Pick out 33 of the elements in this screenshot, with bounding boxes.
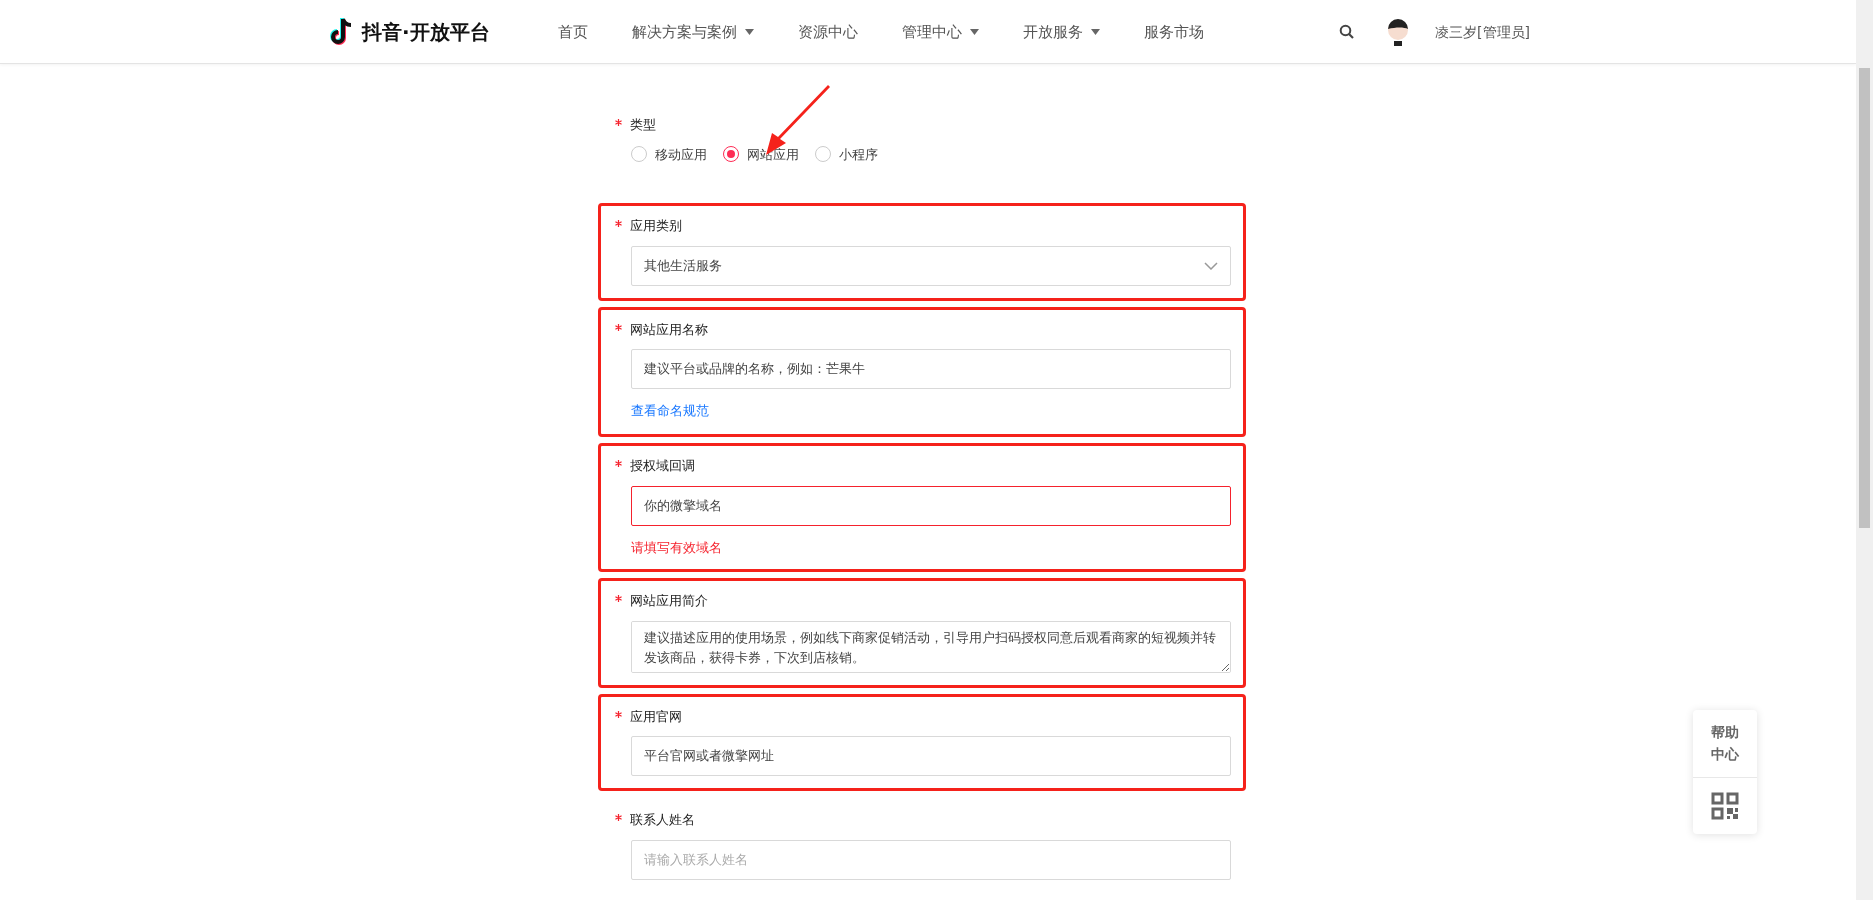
logo-text: 抖音·开放平台 <box>362 19 490 46</box>
field-label: 应用官网 <box>630 707 682 726</box>
scrollbar[interactable] <box>1856 0 1873 900</box>
field-label: 应用类别 <box>630 217 682 235</box>
caret-down-icon <box>744 29 754 35</box>
nav-item[interactable]: 解决方案与案例 <box>609 20 776 44</box>
radio-option[interactable]: 移动应用 <box>631 144 707 164</box>
nav-item[interactable]: 资源中心 <box>775 20 880 44</box>
select-field[interactable]: 其他生活服务 <box>631 245 1231 286</box>
field-label: 网站应用名称 <box>630 320 708 339</box>
radio-option[interactable]: 小程序 <box>815 144 878 164</box>
input-field[interactable]: 平台官网或者微擎网址 <box>631 736 1231 776</box>
qr-code-icon[interactable] <box>1711 792 1739 821</box>
chevron-down-icon <box>1204 261 1218 270</box>
input-field[interactable]: 建议平台或品牌的名称，例如：芒果牛 <box>631 349 1231 389</box>
user-name[interactable]: 凌三岁[管理员] <box>1435 21 1530 43</box>
field-label: 网站应用简介 <box>630 592 708 610</box>
caret-down-icon <box>1090 29 1100 35</box>
naming-rules-link[interactable]: 查看命名规范 <box>631 401 709 421</box>
field-label: 联系人姓名 <box>630 811 695 829</box>
input-field[interactable]: 请输入联系人姓名 <box>631 839 1231 880</box>
nav-item[interactable]: 服务市场 <box>1121 20 1226 44</box>
nav-item[interactable]: 管理中心 <box>879 20 1001 44</box>
help-center-button[interactable]: 帮助中心 <box>1693 710 1757 778</box>
error-message: 请填写有效域名 <box>631 538 723 557</box>
nav-item[interactable]: 开放服务 <box>1000 20 1122 44</box>
textarea-field[interactable]: 建议描述应用的使用场景，例如线下商家促销活动，引导用户扫码授权同意后观看商家的短视频并转发该商品，获得卡券，下次到店核销。 <box>631 620 1231 673</box>
input-field[interactable]: 你的微擎域名 <box>631 485 1231 526</box>
caret-down-icon <box>969 29 979 35</box>
field-label: 授权域回调 <box>630 457 695 475</box>
field-label: 类型 <box>630 116 656 134</box>
search-icon[interactable] <box>1339 24 1356 40</box>
nav-item[interactable]: 首页 <box>535 20 610 44</box>
